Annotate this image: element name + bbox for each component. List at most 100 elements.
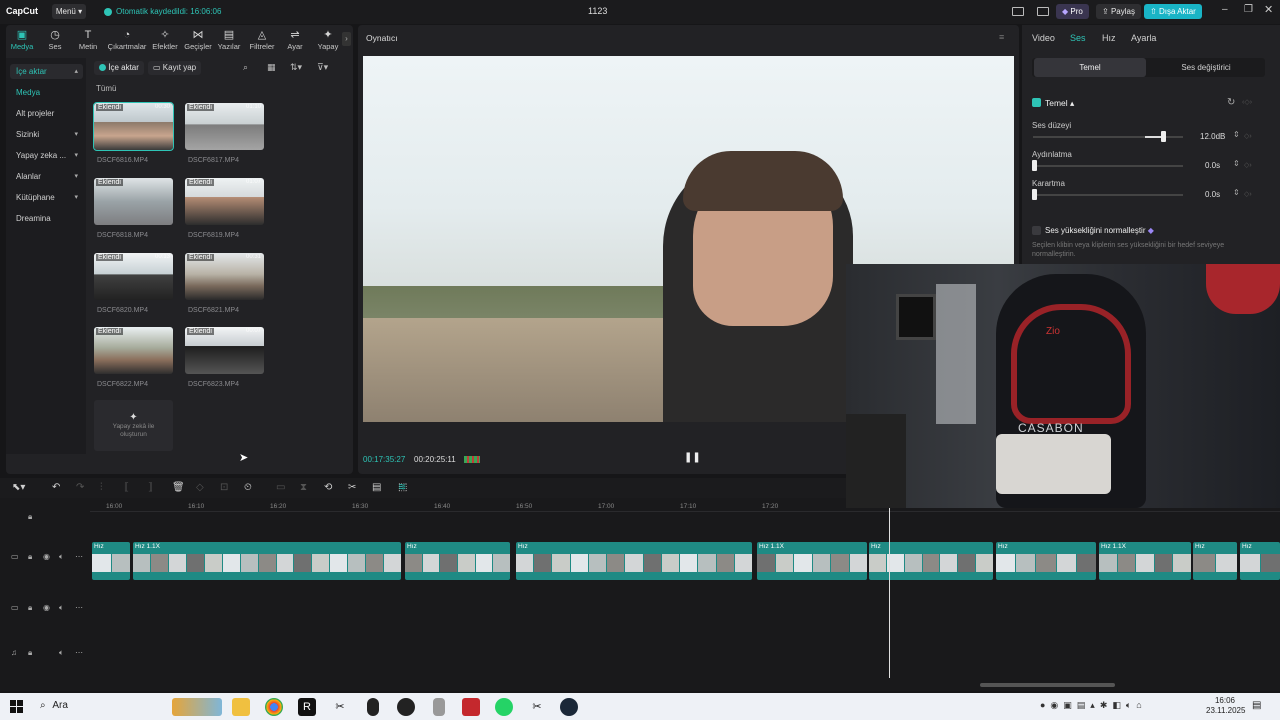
sidebar-item-6[interactable]: Kütüphane ▾ (10, 190, 83, 205)
media-thumbnail[interactable]: Eklendi 00:07 (185, 327, 264, 374)
sidebar-item-4[interactable]: Yapay zeka ... ▾ (10, 148, 83, 163)
windows-start-icon[interactable] (10, 700, 23, 713)
ai-cut-icon[interactable]: ✂ (348, 482, 356, 493)
audio-wave-icon[interactable]: ≋ (398, 482, 406, 493)
shortcut-icon[interactable] (1037, 7, 1049, 16)
timeline-clip[interactable]: Hız (516, 542, 752, 580)
speed-icon[interactable]: ⏲ (244, 482, 252, 493)
fadein-value[interactable]: 0.0s (1205, 161, 1220, 170)
track-icon[interactable]: ▭ (11, 603, 19, 612)
view-grid-icon[interactable]: ▦ (267, 62, 276, 73)
keyframe-icon[interactable]: ◇› (1244, 161, 1252, 169)
mirror-icon[interactable]: ⧗ (300, 482, 307, 493)
obs-icon[interactable] (397, 698, 415, 716)
freeze-icon[interactable]: ▭ (276, 482, 285, 493)
media-thumbnail[interactable]: Eklendi 01:10 (185, 103, 264, 150)
record-button[interactable]: ▭ Kayıt yap (148, 61, 202, 75)
stepper-icon[interactable]: ⇕ (1233, 130, 1240, 139)
pro-button[interactable]: ◆ Pro (1056, 4, 1089, 19)
notification-icon[interactable]: ▤ (1252, 700, 1261, 711)
import-button[interactable]: İçe aktar (94, 61, 144, 75)
capcut-icon[interactable]: ✂ (331, 698, 349, 716)
sidebar-item-1[interactable]: Medya (10, 85, 83, 100)
maximize-icon[interactable]: ❐ (1244, 4, 1253, 15)
split-right-icon[interactable]: ⟧ (148, 482, 153, 493)
taskbar-search[interactable]: ⌕ Ara (40, 700, 68, 711)
inspector-tab-0[interactable]: Video (1032, 33, 1055, 43)
speaker-icon[interactable]: 🔈︎ (59, 603, 64, 613)
fadeout-slider-handle[interactable] (1032, 189, 1037, 200)
sidebar-item-7[interactable]: Dreamina (10, 211, 83, 226)
timeline-clip[interactable]: Hız (1240, 542, 1280, 580)
cover-icon[interactable]: ▭ (11, 552, 19, 561)
keyframe-icon[interactable]: ◇› (1244, 132, 1252, 140)
timeline-clip[interactable]: Hız 1.1X (133, 542, 401, 580)
timeline-clip[interactable]: Hız (405, 542, 510, 580)
timeline-clip[interactable]: Hız (869, 542, 993, 580)
sort-icon[interactable]: ⇅▾ (290, 62, 302, 73)
capcut-icon-2[interactable]: ✂ (528, 698, 546, 716)
video-editor-icon[interactable] (462, 698, 480, 716)
keyframe-icon[interactable]: ◇› (1244, 190, 1252, 198)
whatsapp-icon[interactable] (495, 698, 513, 716)
checkbox-normalize-icon[interactable] (1032, 226, 1041, 235)
sidebar-item-3[interactable]: Sizinki ▾ (10, 127, 83, 142)
ai-create-card[interactable]: ✦ Yapay zekâ ile oluşturun (94, 400, 173, 451)
crop-icon[interactable]: ⊡ (220, 482, 228, 493)
delete-icon[interactable]: 🗑︎ (172, 482, 185, 493)
tool-1[interactable]: ◷ Ses (39, 29, 71, 51)
tool-0[interactable]: ▣ Medya (6, 29, 38, 51)
search-icon[interactable]: ⌕ (243, 62, 248, 73)
fadeout-value[interactable]: 0.0s (1205, 190, 1220, 199)
checkbox-basic-icon[interactable] (1032, 98, 1041, 107)
lock-icon[interactable]: 🔒︎ (28, 603, 32, 613)
timeline-clip[interactable]: Hız (1193, 542, 1237, 580)
pause-icon[interactable]: ❚❚ (684, 452, 701, 463)
lock-icon[interactable]: 🔒︎ (28, 512, 32, 522)
timeline-clip[interactable]: Hız (996, 542, 1096, 580)
more-icon[interactable]: ⋯ (75, 648, 83, 657)
media-thumbnail[interactable]: Eklendi (94, 327, 173, 374)
minimize-icon[interactable]: – (1222, 4, 1228, 15)
share-button[interactable]: ⇪ Paylaş (1096, 4, 1141, 19)
inspector-tab-3[interactable]: Ayarla (1131, 33, 1156, 43)
shield-icon[interactable]: ◇ (196, 482, 204, 493)
speaker-icon[interactable]: 🔈︎ (59, 552, 64, 562)
taskbar-clock[interactable]: 16:06 23.11.2025 (1206, 696, 1245, 716)
keyframe-icon[interactable]: ‹◇› (1242, 98, 1252, 106)
fadeout-slider[interactable] (1033, 194, 1183, 196)
roblox-icon[interactable]: R (298, 698, 316, 716)
tool-5[interactable]: ⋈ Geçişler (182, 29, 214, 51)
split-left-icon[interactable]: ⟦ (124, 482, 129, 493)
media-thumbnail[interactable]: Eklendi 01:07 (185, 178, 264, 225)
reset-icon[interactable]: ↻ (1227, 97, 1235, 108)
timeline-clip[interactable]: Hız 1.1X (757, 542, 867, 580)
tool-3[interactable]: ◔ Çıkartmalar (106, 29, 148, 51)
timeline-clip[interactable]: Hız 1.1X (1099, 542, 1191, 580)
tool-4[interactable]: ✧ Efektler (149, 29, 181, 51)
select-icon[interactable]: ⬉▾ (12, 482, 25, 493)
sidebar-item-0[interactable]: İçe aktar ▴ (10, 64, 83, 79)
sidebar-item-5[interactable]: Alanlar ▾ (10, 169, 83, 184)
system-tray-icons[interactable]: ●◉▣▤▴✱◧🔈︎⌂ (1040, 700, 1147, 711)
more-icon[interactable]: ⋯ (75, 552, 83, 561)
redo-icon[interactable]: ↷ (76, 482, 84, 493)
chrome-icon[interactable] (265, 698, 283, 716)
eye-icon[interactable]: ◉ (43, 552, 50, 561)
fadein-slider-handle[interactable] (1032, 160, 1037, 171)
rotate-icon[interactable]: ⟲ (324, 482, 332, 493)
close-icon[interactable]: ✕ (1264, 3, 1273, 16)
export-button[interactable]: ⇧ Dışa Aktar (1144, 4, 1202, 19)
widget-icon[interactable] (172, 698, 222, 716)
volume-slider-handle[interactable] (1161, 131, 1166, 142)
playhead[interactable] (889, 508, 890, 678)
volume-value[interactable]: 12.0dB (1200, 132, 1225, 141)
tool-6[interactable]: ▤ Yazılar (213, 29, 245, 51)
media-thumbnail[interactable]: Eklendi (94, 178, 173, 225)
stepper-icon[interactable]: ⇕ (1233, 159, 1240, 168)
segment-basic[interactable]: Temel (1034, 58, 1146, 77)
media-thumbnail[interactable]: Eklendi 00:13 (94, 253, 173, 300)
tool-2[interactable]: T Metin (72, 29, 104, 51)
chevron-right-icon[interactable]: › (342, 32, 351, 46)
speaker-icon[interactable]: 🔈︎ (59, 648, 64, 658)
